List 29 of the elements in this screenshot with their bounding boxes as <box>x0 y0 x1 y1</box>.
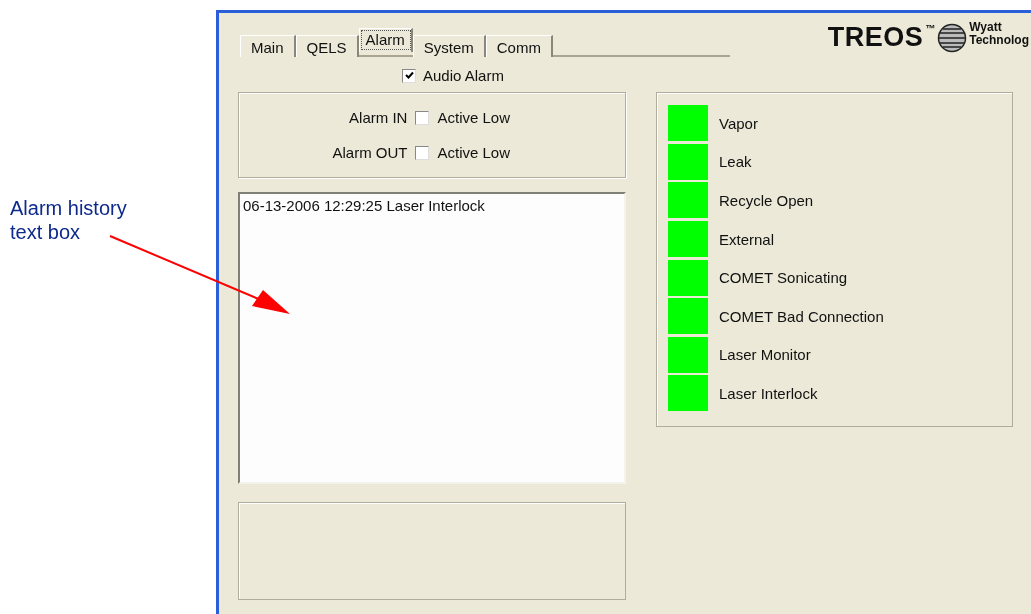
checkbox-label: Active Low <box>437 144 510 161</box>
indicator-label: Laser Interlock <box>719 384 818 402</box>
active-low-checkbox[interactable] <box>415 110 430 125</box>
active-low-checkbox[interactable] <box>415 145 430 160</box>
indicator-label: External <box>719 230 775 248</box>
tab[interactable]: Comm <box>485 35 553 57</box>
setting-label: Alarm IN <box>349 109 408 126</box>
company-name: Wyatt <box>969 21 1003 34</box>
setting-label: Alarm OUT <box>332 144 408 161</box>
tab[interactable]: Alarm <box>358 28 413 52</box>
annotation-text: Alarm history text box <box>10 196 128 244</box>
history-entry: 06-13-2006 12:29:25 Laser Interlock <box>243 197 486 214</box>
tab[interactable]: Main <box>240 35 296 57</box>
logo-text: TREOS <box>827 21 924 53</box>
indicator-label: Laser Monitor <box>719 346 811 364</box>
indicator-label: COMET Sonicating <box>719 269 848 287</box>
alarm-history-box[interactable]: 06-13-2006 12:29:25 Laser Interlock <box>238 192 626 484</box>
indicator-label: COMET Bad Connection <box>719 307 884 325</box>
tab[interactable]: QELS <box>295 35 359 57</box>
trademark-sign: ™ <box>925 23 936 34</box>
company-name: Technolog <box>969 34 1029 47</box>
indicator-label: Recycle Open <box>719 192 814 209</box>
audio-alarm-checkbox[interactable] <box>402 68 416 83</box>
checkbox-label: Active Low <box>437 109 510 126</box>
indicator-label: Vapor <box>719 114 758 132</box>
tab[interactable]: System <box>412 35 486 57</box>
indicator-label: Leak <box>719 153 752 171</box>
checkbox-label: Audio Alarm <box>423 67 504 84</box>
globe-icon <box>937 23 968 53</box>
